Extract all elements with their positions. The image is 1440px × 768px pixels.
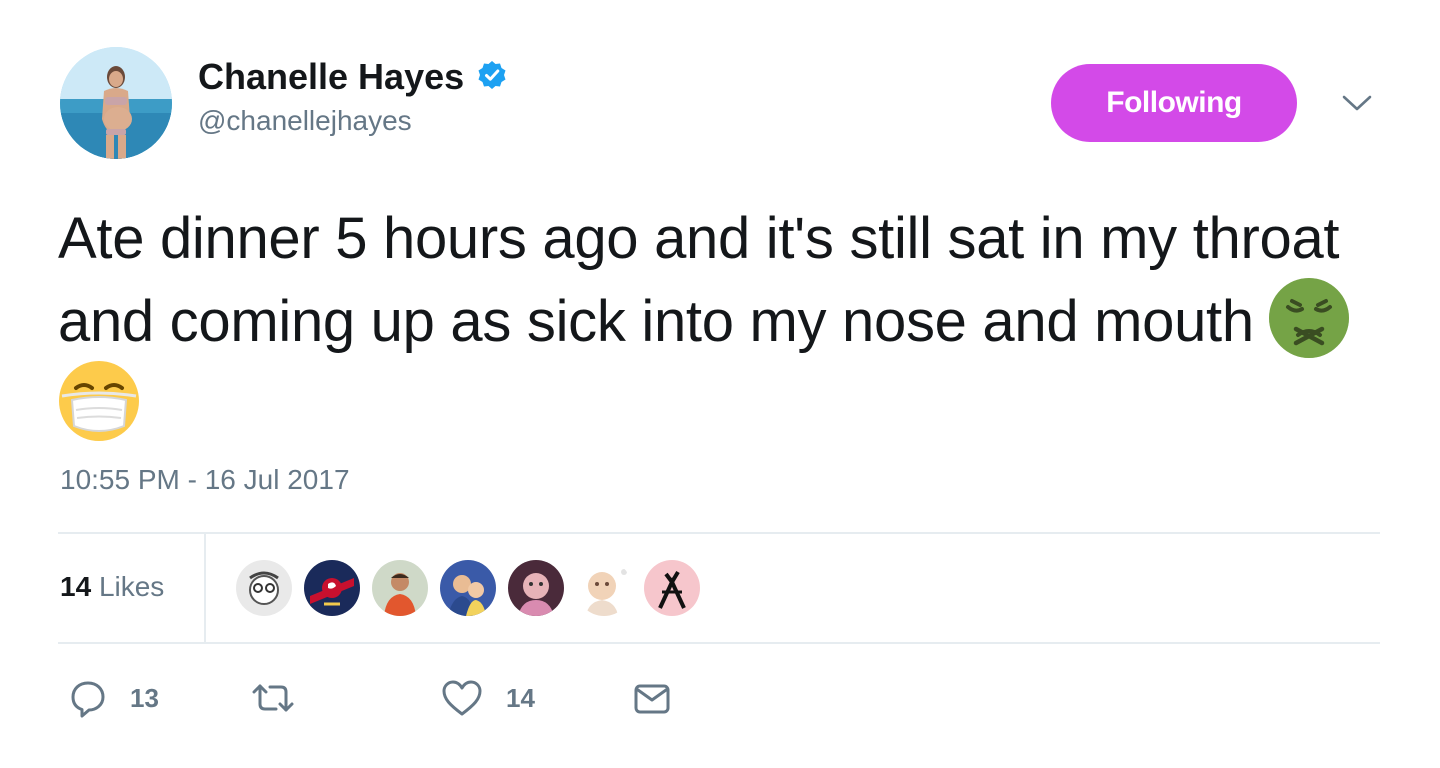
verified-badge-icon — [478, 61, 506, 89]
tweet-text: Ate dinner 5 hours ago and it's still sa… — [58, 200, 1388, 443]
avatar-photo — [60, 47, 172, 159]
tweet-timestamp[interactable]: 10:55 PM - 16 Jul 2017 — [60, 462, 350, 498]
likes-stat[interactable]: 14 Likes — [60, 570, 164, 604]
envelope-icon — [634, 684, 670, 714]
author-info[interactable]: Chanelle Hayes @chanellejhayes — [198, 56, 507, 138]
divider — [58, 642, 1380, 644]
likes-label: Likes — [98, 571, 165, 602]
nauseated-face-emoji — [1268, 278, 1349, 358]
stats-separator — [204, 534, 206, 642]
tweet-body-text: Ate dinner 5 hours ago and it's still sa… — [58, 206, 1340, 354]
like-count: 14 — [506, 682, 535, 713]
author-avatar[interactable] — [60, 47, 172, 159]
retweet-icon — [252, 684, 294, 712]
like-action[interactable]: 14 — [440, 672, 535, 724]
reply-count: 13 — [130, 682, 159, 713]
liker-avatar[interactable] — [372, 560, 428, 616]
reply-action[interactable]: 13 — [68, 672, 159, 724]
chevron-down-icon[interactable] — [1340, 92, 1374, 114]
likes-count: 14 — [60, 571, 92, 602]
heart-icon — [442, 680, 482, 716]
face-with-medical-mask-emoji — [59, 361, 139, 441]
reply-icon — [71, 681, 105, 718]
retweet-action[interactable] — [250, 672, 318, 724]
tweet-card: Chanelle Hayes @chanellejhayes Following… — [0, 0, 1440, 768]
liker-avatar[interactable] — [304, 560, 360, 616]
following-button[interactable]: Following — [1051, 64, 1297, 142]
author-display-name[interactable]: Chanelle Hayes — [198, 56, 464, 98]
liker-avatar[interactable] — [440, 560, 496, 616]
liker-avatar[interactable] — [576, 560, 632, 616]
author-handle[interactable]: @chanellejhayes — [198, 104, 507, 138]
liker-avatar[interactable] — [508, 560, 564, 616]
liker-avatar[interactable] — [236, 560, 292, 616]
liker-avatar[interactable] — [644, 560, 700, 616]
tweet-stats: 14 Likes — [58, 534, 1380, 642]
tweet-actions: 13 14 — [60, 672, 760, 724]
message-action[interactable] — [632, 672, 672, 724]
